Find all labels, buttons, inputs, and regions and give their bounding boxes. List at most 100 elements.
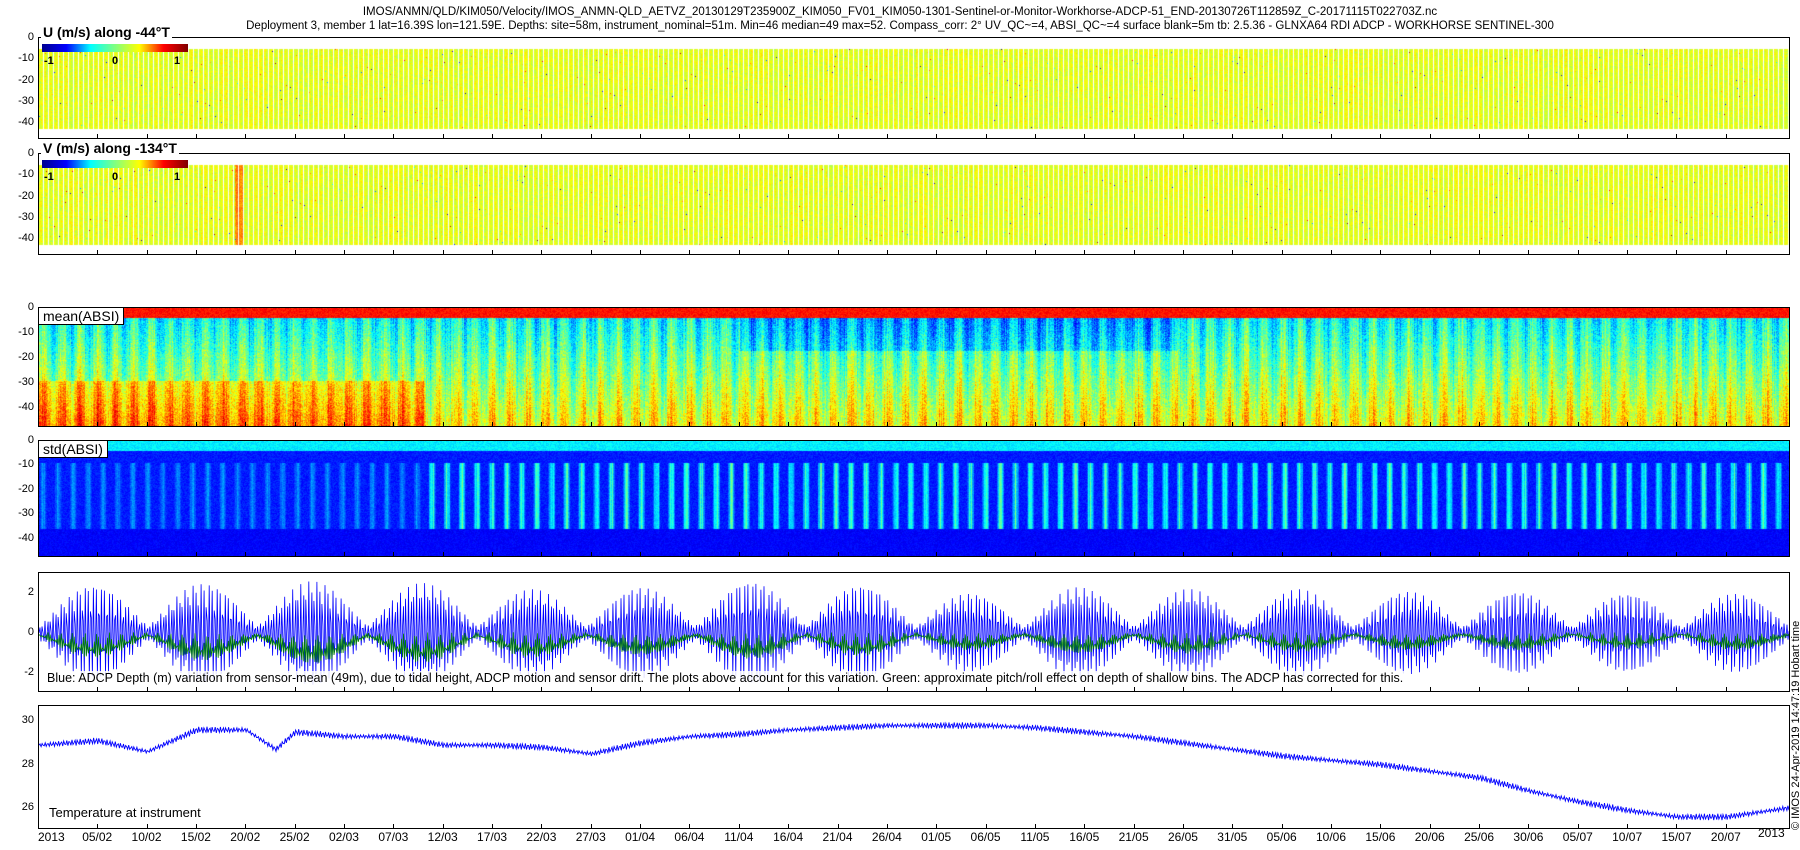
x-axis-tick-mark [343, 134, 345, 139]
v-velocity-heatmap [39, 154, 1789, 254]
x-axis-tick-mark [1034, 422, 1036, 427]
x-axis-tick-label: 15/02 [180, 830, 211, 844]
mean-absi-heatmap [39, 308, 1789, 426]
panel1-ytick: -10 [18, 52, 34, 65]
x-axis-tick-mark [1725, 687, 1727, 692]
x-axis-tick-mark [1133, 552, 1135, 557]
x-axis-tick-label: 25/02 [279, 830, 310, 844]
x-axis-tick-mark [1577, 422, 1579, 427]
x-axis-tick-mark [146, 824, 148, 829]
u-colorbar-tick-max: 1 [174, 55, 181, 67]
panel3-ytick: -30 [18, 376, 34, 388]
u-colorbar [42, 44, 188, 52]
x-axis-tick-mark [343, 824, 345, 829]
x-axis-tick-mark [294, 422, 296, 427]
x-axis-tick-mark [146, 422, 148, 427]
x-axis-tick-label: 01/04 [625, 830, 656, 844]
x-axis-tick-mark [393, 824, 395, 829]
x-axis-tick-mark [640, 422, 642, 427]
x-axis-tick-mark [640, 134, 642, 139]
x-axis-tick-mark [1429, 824, 1431, 829]
x-axis-tick-mark [1331, 422, 1333, 427]
x-axis-tick-mark [1479, 250, 1481, 255]
panel2-ytick: -40 [18, 232, 34, 244]
x-axis-tick-label: 10/07 [1612, 830, 1643, 844]
v-colorbar [42, 160, 188, 168]
x-axis-tick-mark [1281, 422, 1283, 427]
x-axis-tick-mark [1676, 134, 1678, 139]
x-axis-tick-mark [1528, 250, 1530, 255]
x-axis-tick-mark [1331, 687, 1333, 692]
x-axis-tick-mark [541, 552, 543, 557]
panel2-ytick: -30 [18, 210, 34, 223]
panel6-ytick: 30 [21, 714, 34, 727]
x-axis-tick-mark [936, 250, 938, 255]
x-axis-tick-mark [442, 552, 444, 557]
x-axis-tick-mark [1627, 824, 1629, 829]
x-axis-tick-mark [1676, 250, 1678, 255]
x-axis-tick-mark [689, 552, 691, 557]
x-axis-tick-mark [1034, 824, 1036, 829]
x-axis-tick-label: 06/05 [970, 830, 1001, 844]
x-axis-tick-mark [1627, 250, 1629, 255]
x-axis-tick-mark [1182, 552, 1184, 557]
x-axis-tick-mark [689, 250, 691, 255]
x-axis-tick-mark [1084, 687, 1086, 692]
x-axis-tick-mark [393, 250, 395, 255]
x-axis-tick-mark [146, 552, 148, 557]
x-axis-tick-label: 25/06 [1464, 830, 1495, 844]
panel4-ytick: 0 [27, 434, 34, 446]
x-axis-tick-mark [1479, 552, 1481, 557]
x-axis-tick-mark [1232, 422, 1234, 427]
x-axis-tick-mark [97, 422, 99, 427]
x-axis-tick-label: 16/05 [1069, 830, 1100, 844]
std-absi-panel [38, 440, 1790, 557]
x-axis-tick-mark [343, 687, 345, 692]
x-axis-tick-label: 05/07 [1562, 830, 1593, 844]
x-axis-tick-mark [1281, 552, 1283, 557]
x-axis-tick-mark [590, 687, 592, 692]
x-axis-tick-label: 01/05 [921, 830, 952, 844]
x-axis-tick-mark [541, 134, 543, 139]
x-axis-tick-label: 27/03 [575, 830, 606, 844]
temperature-line [39, 721, 1789, 821]
x-axis-tick-mark [1331, 552, 1333, 557]
x-axis-tick-mark [590, 552, 592, 557]
x-axis-tick-label: 05/06 [1266, 830, 1297, 844]
x-axis-tick-mark [837, 250, 839, 255]
x-axis-tick-label: 12/03 [427, 830, 458, 844]
x-axis-tick-mark [343, 250, 345, 255]
x-axis-tick-label: 26/04 [871, 830, 902, 844]
x-axis-tick-mark [738, 687, 740, 692]
x-axis-tick-mark [146, 687, 148, 692]
x-axis-tick-mark [788, 250, 790, 255]
x-axis-tick-mark [1479, 422, 1481, 427]
x-axis-tick-mark [640, 250, 642, 255]
x-axis-tick-mark [1479, 687, 1481, 692]
x-axis-tick-mark [788, 824, 790, 829]
x-axis-tick-mark [788, 552, 790, 557]
x-axis-tick-mark [1281, 687, 1283, 692]
x-axis-tick-label: 26/05 [1167, 830, 1198, 844]
x-axis-tick-mark [393, 422, 395, 427]
x-axis-tick-mark [492, 134, 494, 139]
x-axis-tick-mark [590, 134, 592, 139]
copyright-side-label: © IMOS 24-Apr-2019 14:47:19 Hobart time [1790, 620, 1800, 830]
panel6-ytick: 26 [21, 801, 34, 814]
x-axis-tick-mark [936, 134, 938, 139]
x-axis-tick-mark [837, 824, 839, 829]
x-axis-tick-mark [1577, 824, 1579, 829]
x-axis-tick-mark [1380, 134, 1382, 139]
temperature-panel [38, 705, 1790, 829]
x-axis-tick-mark [1232, 134, 1234, 139]
x-axis-tick-mark [1676, 422, 1678, 427]
x-axis-tick-mark [1725, 422, 1727, 427]
x-axis-tick-mark [886, 687, 888, 692]
x-axis-tick-mark [294, 552, 296, 557]
x-axis-tick-mark [886, 552, 888, 557]
x-axis-tick-mark [195, 422, 197, 427]
x-axis-tick-mark [590, 824, 592, 829]
x-axis-tick-mark [146, 134, 148, 139]
x-axis-tick-mark [1528, 134, 1530, 139]
x-axis-tick-mark [985, 134, 987, 139]
